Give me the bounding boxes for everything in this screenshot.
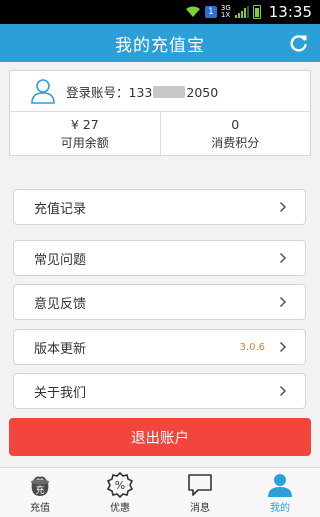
points-stat: 0 消费积分 [159, 112, 311, 155]
account-number-mask [153, 85, 186, 98]
recharge-bag-icon: 充 [31, 476, 49, 496]
menu-item-label: 常见问题 [34, 252, 87, 268]
nav-item-messages[interactable]: 消息 [160, 468, 240, 517]
user-icon [268, 473, 292, 497]
notification-badge: 1 [204, 6, 217, 18]
message-icon [188, 473, 212, 496]
nav-label-discount: 优惠 [110, 502, 130, 514]
menu-item-label: 关于我们 [34, 385, 87, 401]
nav-item-recharge[interactable]: 充 充值 [0, 468, 80, 517]
menu-item-feedback[interactable]: 意见反馈 [13, 284, 306, 320]
page-title: 我的充值宝 [115, 35, 205, 56]
points-value: 0 [231, 116, 240, 132]
account-number: 登录账号：133 2050 [66, 82, 218, 101]
account-number-suffix: 2050 [186, 84, 219, 100]
account-label: 登录账号： [66, 84, 129, 100]
battery-icon [252, 5, 261, 19]
nav-item-discount[interactable]: % 优惠 [80, 468, 160, 517]
menu-item-recharge-records[interactable]: 充值记录 [13, 189, 306, 225]
refresh-button[interactable] [288, 32, 310, 54]
chevron-right-icon [279, 385, 287, 397]
status-bar: 1 3G 1X 13:35 [0, 0, 320, 24]
account-row: 登录账号：133 2050 [10, 71, 310, 112]
discount-icon: % [106, 471, 134, 498]
bottom-nav: 充 充值 % 优惠 消息 我的 [0, 467, 320, 517]
balance-value: ¥ 27 [70, 116, 99, 132]
app-header: 我的充值宝 [0, 24, 320, 62]
balance-label: 可用余额 [60, 135, 109, 150]
status-time: 13:35 [268, 3, 312, 21]
chevron-right-icon [279, 296, 287, 308]
nav-label-mine: 我的 [270, 502, 290, 514]
logout-button[interactable]: 退出账户 [9, 418, 311, 456]
menu-item-about-us[interactable]: 关于我们 [13, 373, 306, 409]
refresh-icon [290, 35, 307, 52]
network-type: 3G 1X [221, 5, 231, 19]
chevron-right-icon [279, 341, 287, 353]
menu-item-version-update[interactable]: 版本更新 3.0.6 [13, 329, 306, 365]
account-card: 登录账号：133 2050 ¥ 27 可用余额 0 消费积分 [9, 70, 311, 156]
points-label: 消费积分 [211, 135, 260, 150]
version-number: 3.0.6 [239, 341, 265, 353]
menu-item-label: 充值记录 [34, 201, 87, 217]
menu-item-label: 意见反馈 [34, 296, 87, 312]
menu-item-label: 版本更新 [34, 341, 87, 357]
svg-text:%: % [115, 479, 125, 492]
chevron-right-icon [279, 252, 287, 264]
avatar-icon [31, 79, 55, 104]
menu-item-faq[interactable]: 常见问题 [13, 240, 306, 276]
nav-label-recharge: 充值 [30, 502, 50, 514]
wifi-icon [185, 6, 201, 18]
signal-icon [234, 6, 249, 18]
account-number-prefix: 133 [128, 84, 153, 100]
chevron-right-icon [279, 201, 287, 213]
balance-stat: ¥ 27 可用余额 [10, 112, 160, 155]
svg-text:充: 充 [35, 484, 44, 496]
stats-row: ¥ 27 可用余额 0 消费积分 [10, 112, 310, 155]
network-bottom-label: 1X [220, 11, 231, 19]
nav-label-messages: 消息 [190, 502, 210, 514]
nav-item-mine[interactable]: 我的 [240, 468, 320, 517]
